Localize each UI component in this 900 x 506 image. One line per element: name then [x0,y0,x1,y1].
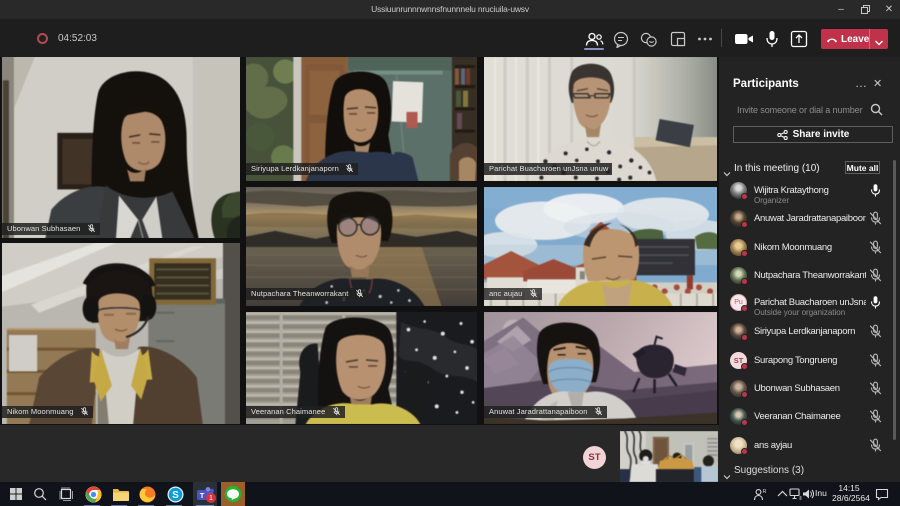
svg-text:R: R [763,489,767,495]
svg-text:T: T [200,491,205,500]
svg-text:S: S [172,490,179,501]
